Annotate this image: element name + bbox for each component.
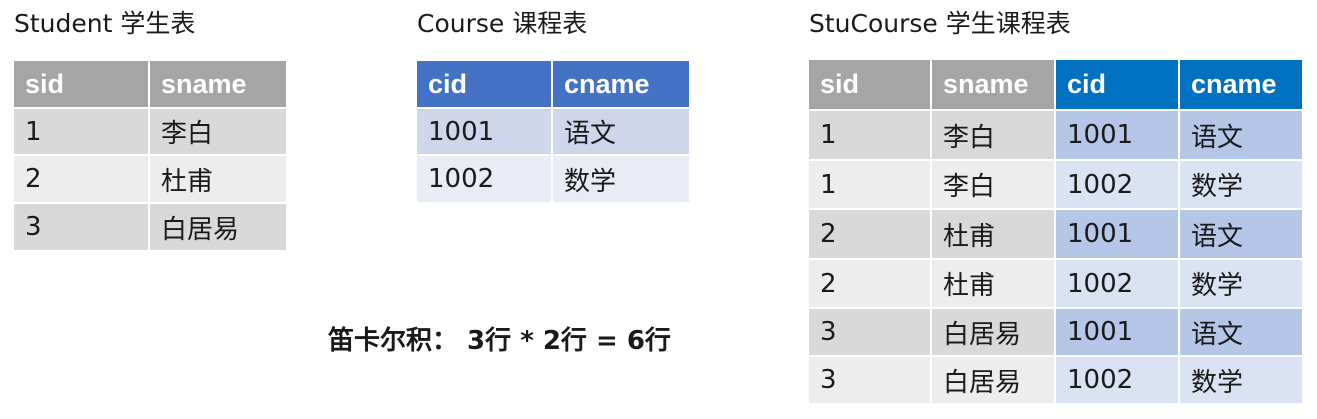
column-header-cid: cid: [415, 59, 553, 109]
cell-cname: 语文: [551, 107, 691, 156]
cell-sname: 白居易: [930, 355, 1056, 405]
cell-sid: 3: [12, 202, 150, 252]
cell-sname: 李白: [930, 109, 1056, 161]
cell-sid: 3: [807, 355, 932, 405]
cell-sid: 2: [12, 154, 150, 204]
stucourse-header-row: sid sname cid cname: [807, 58, 1304, 111]
column-header-cid: cid: [1054, 58, 1180, 111]
cell-sid: 1: [807, 159, 932, 210]
table-row: 3 白居易 1001 语文: [807, 307, 1304, 357]
cell-sname: 白居易: [930, 307, 1056, 357]
cell-cname: 语文: [1178, 109, 1304, 161]
stucourse-table: sid sname cid cname 1 李白 1001 语文 1 李白 10…: [807, 58, 1304, 405]
table-row: 2 杜甫 1002 数学: [807, 258, 1304, 309]
cell-cid: 1001: [1054, 208, 1180, 260]
column-header-sname: sname: [148, 59, 288, 109]
cell-sid: 1: [12, 107, 150, 156]
cartesian-product-caption: 笛卡尔积： 3行 * 2行 = 6行: [328, 326, 671, 356]
table-row: 1 李白 1001 语文: [807, 109, 1304, 161]
cell-cid: 1001: [1054, 109, 1180, 161]
cell-cname: 数学: [1178, 258, 1304, 309]
cell-sname: 白居易: [148, 202, 288, 252]
cell-cid: 1001: [1054, 307, 1180, 357]
column-header-cname: cname: [1178, 58, 1304, 111]
cell-sname: 李白: [930, 159, 1056, 210]
course-table: cid cname 1001 语文 1002 数学: [415, 59, 691, 204]
table-row: 1002 数学: [415, 154, 691, 204]
cell-sid: 1: [807, 109, 932, 161]
table-row: 1 李白 1002 数学: [807, 159, 1304, 210]
cell-cid: 1002: [415, 154, 553, 204]
table-row: 1 李白: [12, 107, 288, 156]
cell-sid: 2: [807, 208, 932, 260]
column-header-sid: sid: [12, 59, 150, 109]
cell-cname: 数学: [1178, 159, 1304, 210]
table-row: 3 白居易: [12, 202, 288, 252]
cell-sname: 杜甫: [930, 258, 1056, 309]
cell-cname: 数学: [551, 154, 691, 204]
cell-sid: 3: [807, 307, 932, 357]
table-row: 2 杜甫 1001 语文: [807, 208, 1304, 260]
course-table-title: Course 课程表: [417, 9, 588, 38]
column-header-sid: sid: [807, 58, 932, 111]
cell-cid: 1002: [1054, 258, 1180, 309]
cell-cid: 1002: [1054, 355, 1180, 405]
cell-sname: 杜甫: [148, 154, 288, 204]
cell-cname: 数学: [1178, 355, 1304, 405]
course-header-row: cid cname: [415, 59, 691, 109]
student-table: sid sname 1 李白 2 杜甫 3 白居易: [12, 59, 288, 252]
stucourse-table-title: StuCourse 学生课程表: [809, 9, 1071, 38]
table-row: 1001 语文: [415, 107, 691, 156]
cell-sname: 李白: [148, 107, 288, 156]
column-header-sname: sname: [930, 58, 1056, 111]
cell-cid: 1002: [1054, 159, 1180, 210]
cell-cname: 语文: [1178, 307, 1304, 357]
student-table-title: Student 学生表: [14, 9, 196, 38]
column-header-cname: cname: [551, 59, 691, 109]
table-row: 3 白居易 1002 数学: [807, 355, 1304, 405]
table-row: 2 杜甫: [12, 154, 288, 204]
cell-cid: 1001: [415, 107, 553, 156]
cell-cname: 语文: [1178, 208, 1304, 260]
cell-sid: 2: [807, 258, 932, 309]
cell-sname: 杜甫: [930, 208, 1056, 260]
student-header-row: sid sname: [12, 59, 288, 109]
